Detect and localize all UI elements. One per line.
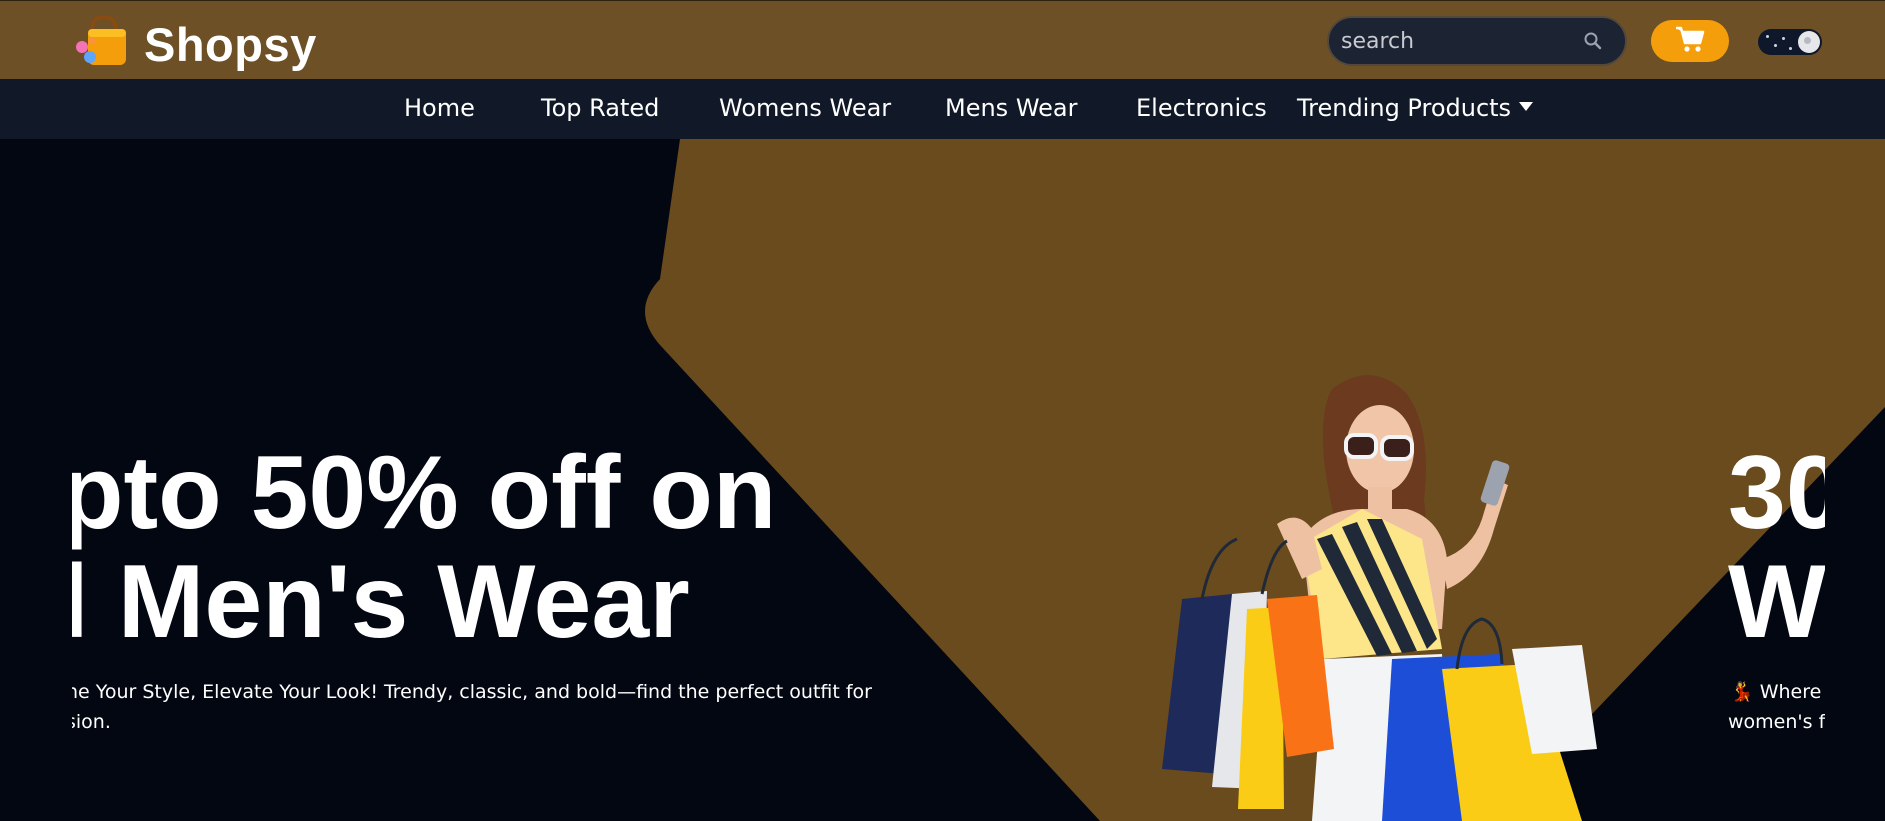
cart-button[interactable] xyxy=(1651,20,1729,62)
theme-toggle[interactable] xyxy=(1758,29,1822,55)
brand-name: Shopsy xyxy=(144,17,317,71)
moon-toggle-icon xyxy=(1798,31,1820,53)
search-input[interactable] xyxy=(1341,28,1581,54)
top-bar: Shopsy xyxy=(0,0,1885,79)
caret-down-icon xyxy=(1519,101,1534,111)
brand-logo[interactable]: Shopsy xyxy=(72,13,317,75)
search-box xyxy=(1327,16,1627,66)
main-nav: Home Top Rated Womens Wear Mens Wear Ele… xyxy=(0,79,1885,139)
slide-track: pto 50% off on l Men's Wear ne Your Styl… xyxy=(72,139,1825,821)
nav-womens-wear[interactable]: Womens Wear xyxy=(719,94,891,122)
toggle-star xyxy=(1766,35,1769,38)
slide-2-subtext-line2: women's f xyxy=(1728,711,1825,733)
toggle-star xyxy=(1789,47,1792,50)
toggle-star xyxy=(1782,37,1785,40)
nav-home[interactable]: Home xyxy=(404,94,475,122)
nav-electronics[interactable]: Electronics xyxy=(1136,94,1267,122)
slide-1-headline-line1: pto 50% off on xyxy=(72,435,777,551)
slide-1-subtext-line2: sion. xyxy=(72,711,111,733)
toggle-star xyxy=(1774,44,1777,47)
slide-1-subtext-line1: ne Your Style, Elevate Your Look! Trendy… xyxy=(72,681,872,703)
cart-icon xyxy=(1675,25,1705,57)
nav-trending-label: Trending Products xyxy=(1297,94,1512,122)
slide-2-headline-line1: 30 xyxy=(1728,435,1825,551)
slide-2-headline-line2: W xyxy=(1728,544,1825,660)
nav-mens-wear[interactable]: Mens Wear xyxy=(945,94,1077,122)
nav-top-rated[interactable]: Top Rated xyxy=(541,94,659,122)
slide-2-subtext-line1: 💃 Where xyxy=(1730,681,1822,703)
nav-trending-products[interactable]: Trending Products xyxy=(1297,94,1534,122)
hero-model-image xyxy=(1162,375,1597,821)
search-icon[interactable] xyxy=(1583,31,1603,51)
shopping-bag-icon xyxy=(72,13,130,75)
hero-carousel: pto 50% off on l Men's Wear ne Your Styl… xyxy=(0,139,1885,821)
slide-1-headline-line2: l Men's Wear xyxy=(72,544,690,660)
